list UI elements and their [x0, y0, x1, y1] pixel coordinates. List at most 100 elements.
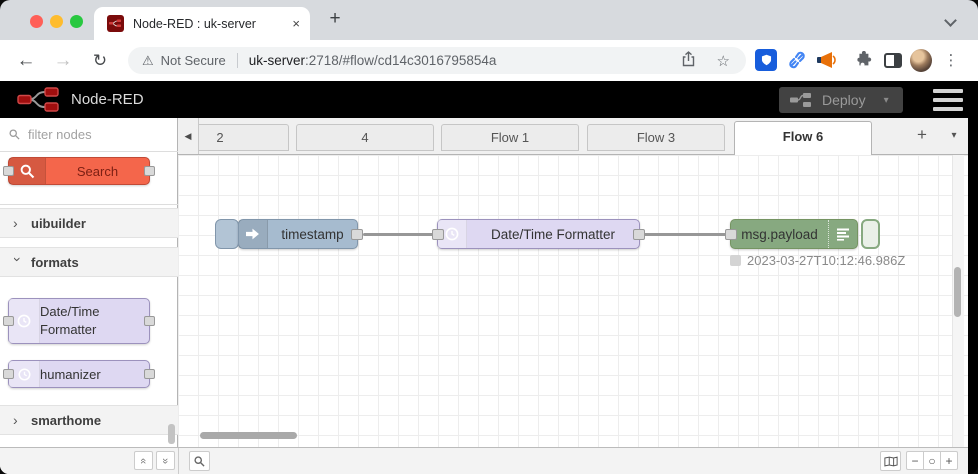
flow-canvas[interactable]: timestamp Date/Time Formatter msg.payloa…	[178, 155, 968, 447]
address-bar[interactable]: ⚠ Not Secure uk-server:2718/#flow/cd14c3…	[128, 47, 746, 74]
tab-scroll-left-button[interactable]: ◀	[178, 118, 199, 154]
browser-toolbar: ← → ↻ ⚠ Not Secure uk-server:2718/#flow/…	[0, 40, 978, 81]
node-port	[144, 369, 155, 379]
url-text[interactable]: uk-server:2718/#flow/cd14c3016795854a	[249, 53, 497, 68]
palette-scrollbar[interactable]	[168, 424, 175, 444]
editor-footer: « » − ○ +	[0, 447, 968, 474]
node-label: timestamp	[281, 226, 344, 242]
input-port[interactable]	[432, 228, 444, 240]
traffic-zoom-button[interactable]	[70, 15, 83, 28]
new-tab-button[interactable]: +	[322, 6, 348, 32]
flow-tab-active[interactable]: Flow 6	[734, 121, 872, 155]
palette-category-formats[interactable]: › formats	[0, 247, 178, 277]
megaphone-extension-icon[interactable]	[816, 49, 838, 71]
node-port	[3, 316, 14, 326]
flow-tab[interactable]: 4	[296, 124, 434, 151]
avatar	[910, 48, 932, 72]
search-icon	[20, 164, 34, 178]
profile-avatar[interactable]	[910, 48, 932, 72]
side-panel-icon[interactable]	[882, 49, 904, 71]
canvas-hscroll-thumb[interactable]	[200, 432, 297, 439]
inject-node[interactable]: timestamp	[238, 219, 363, 249]
node-red-logo	[17, 87, 59, 112]
flow-tab[interactable]: 2	[199, 124, 289, 151]
palette-category-uibuilder[interactable]: › uibuilder	[0, 208, 178, 238]
deploy-button[interactable]: Deploy ▾	[779, 87, 903, 113]
clock-icon	[18, 368, 30, 380]
address-divider	[236, 53, 238, 68]
footer-divider	[178, 448, 179, 474]
search-icon	[194, 455, 205, 467]
expand-all-button[interactable]: »	[156, 451, 175, 470]
deploy-label: Deploy	[822, 92, 866, 108]
palette-node-humanizer[interactable]: humanizer	[3, 360, 155, 388]
debug-list-icon	[837, 228, 849, 241]
chevron-right-icon: ›	[13, 215, 18, 231]
search-icon	[9, 129, 20, 140]
bookmark-star-icon[interactable]: ☆	[717, 52, 730, 70]
palette-sidebar: Search › uibuilder › formats	[0, 118, 178, 447]
browser-tab-strip: Node-RED : uk-server × +	[0, 0, 978, 40]
traffic-minimize-button[interactable]	[50, 15, 63, 28]
tab-search-chevron-icon[interactable]	[946, 16, 956, 26]
reload-button[interactable]: ↻	[88, 40, 112, 81]
node-red-favicon	[107, 15, 124, 32]
node-label: Search	[76, 163, 119, 179]
palette-filter[interactable]	[0, 118, 178, 152]
wire[interactable]	[643, 233, 733, 236]
browser-window: Node-RED : uk-server × + ← → ↻ ⚠ Not Sec…	[0, 0, 978, 474]
extensions-puzzle-icon[interactable]	[852, 49, 874, 71]
palette-node-search[interactable]: Search	[3, 157, 155, 185]
flow-tab-bar: ◀ 2 4 Flow 1 Flow 3 Flow 6 + ▾	[178, 118, 968, 155]
node-red-editor: Search › uibuilder › formats	[0, 118, 968, 474]
zoom-out-button[interactable]: −	[906, 451, 924, 470]
forward-button[interactable]: →	[51, 40, 75, 81]
datetime-formatter-node[interactable]: Date/Time Formatter	[432, 219, 645, 249]
node-red-brand: Node-RED	[71, 91, 144, 108]
zoom-in-button[interactable]: +	[940, 451, 958, 470]
back-button[interactable]: ←	[14, 40, 38, 81]
password-manager-extension-icon[interactable]	[755, 49, 777, 71]
flow-tabs-viewport: 2 4 Flow 1 Flow 3 Flow 6	[199, 118, 889, 155]
status-text: 2023-03-27T10:12:46.986Z	[747, 253, 906, 268]
main-menu-button[interactable]	[933, 89, 963, 111]
flow-tab[interactable]: Flow 3	[587, 124, 725, 151]
node-port	[144, 166, 155, 176]
add-flow-button[interactable]: +	[908, 118, 936, 154]
debug-node[interactable]: msg.payload	[725, 219, 858, 249]
palette-category-smarthome[interactable]: › smarthome	[0, 405, 178, 435]
link-extension-icon[interactable]	[786, 49, 808, 71]
wire[interactable]	[363, 233, 441, 236]
navigator-button[interactable]	[880, 451, 901, 471]
node-port	[3, 166, 14, 176]
flow-tab[interactable]: Flow 1	[441, 124, 579, 151]
clock-icon	[445, 227, 459, 241]
browser-tab-title: Node-RED : uk-server	[133, 16, 256, 31]
output-port[interactable]	[351, 228, 363, 240]
url-path: :2718/#flow/cd14c3016795854a	[304, 53, 497, 68]
share-icon[interactable]	[682, 51, 695, 70]
deploy-caret-icon[interactable]: ▾	[884, 95, 889, 106]
tab-close-icon[interactable]: ×	[292, 16, 300, 31]
node-port	[144, 316, 155, 326]
security-label[interactable]: Not Secure	[161, 53, 226, 68]
palette-divider	[0, 204, 178, 205]
browser-tab[interactable]: Node-RED : uk-server ×	[94, 7, 310, 40]
traffic-close-button[interactable]	[30, 15, 43, 28]
browser-menu-icon[interactable]: ⋮	[940, 49, 962, 71]
deploy-icon	[790, 93, 811, 107]
map-icon	[883, 456, 898, 466]
flow-list-button[interactable]: ▾	[941, 118, 967, 154]
zoom-reset-button[interactable]: ○	[923, 451, 941, 470]
output-port[interactable]	[633, 228, 645, 240]
canvas-search-button[interactable]	[189, 451, 210, 471]
collapse-all-button[interactable]: «	[134, 451, 153, 470]
input-port[interactable]	[725, 228, 737, 240]
canvas-vscroll-thumb[interactable]	[954, 267, 961, 317]
clock-icon	[17, 314, 31, 328]
filter-nodes-input[interactable]	[26, 126, 160, 143]
debug-toggle-button[interactable]	[861, 219, 880, 249]
inject-trigger-button[interactable]	[215, 219, 239, 249]
palette-node-datetime-formatter[interactable]: Date/Time Formatter	[3, 298, 155, 344]
chevron-down-icon: ›	[10, 257, 26, 262]
